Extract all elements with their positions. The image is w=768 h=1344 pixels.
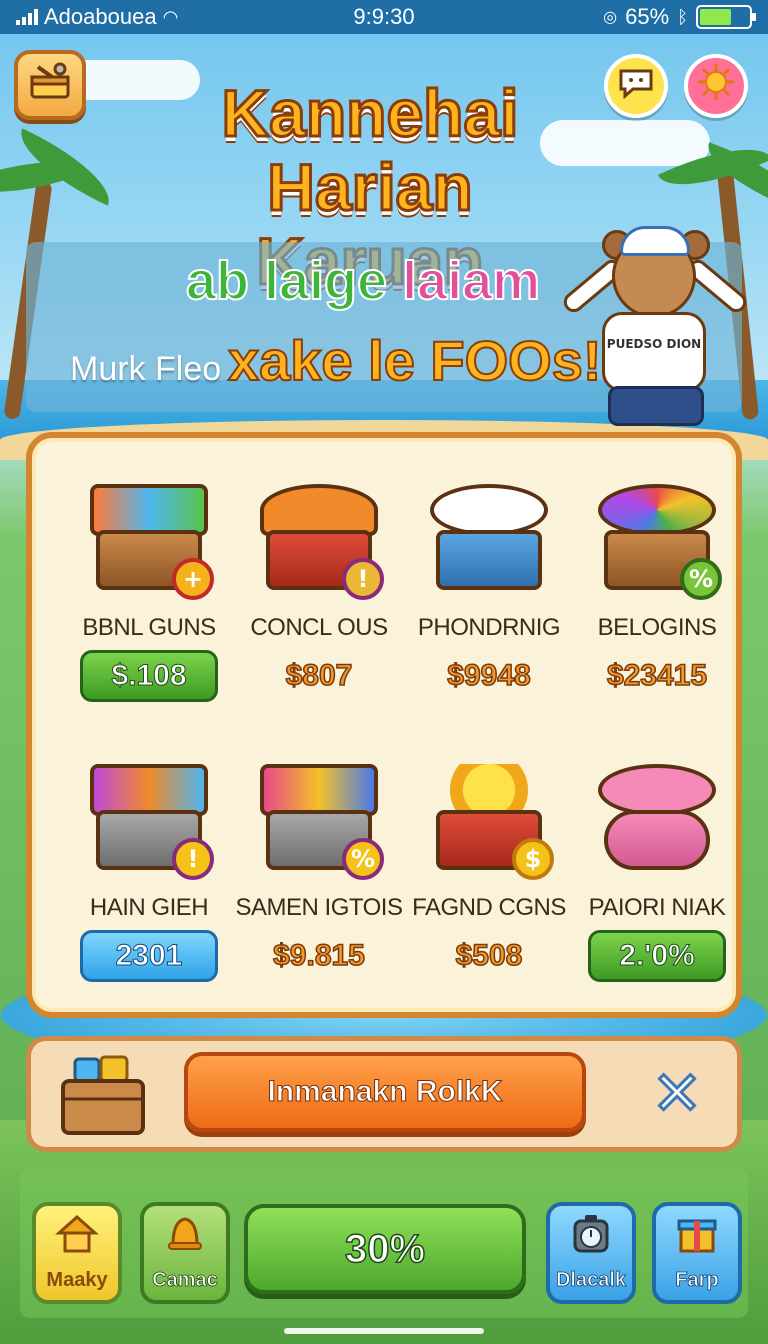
item-name: BBNL GUNS: [82, 614, 216, 641]
wifi-icon: ◠: [162, 6, 179, 27]
price-label[interactable]: $807: [234, 650, 404, 702]
chat-bubble-icon: [617, 65, 655, 108]
item-name: CONCL OUS: [250, 614, 388, 641]
battery-icon: [696, 5, 756, 29]
pink-bear-icon: [592, 754, 722, 884]
gift-box-icon: [675, 1213, 719, 1263]
nav-button-bell[interactable]: Camac: [140, 1202, 230, 1304]
battery-percent: 65%: [625, 4, 670, 29]
toolbox-icon: [28, 61, 72, 110]
nav-button-progress[interactable]: 30%: [244, 1204, 526, 1294]
price-label[interactable]: $9948: [404, 650, 574, 702]
item-name: SAMEN IGTOIS: [235, 894, 403, 921]
toolbox-button[interactable]: [14, 50, 86, 120]
price-label[interactable]: $508: [404, 930, 574, 982]
badge-icon: +: [172, 558, 214, 600]
nav-label: Dlacalk: [555, 1269, 627, 1292]
badge-icon: %: [342, 838, 384, 880]
carrier-name: Adoabouea: [44, 4, 157, 29]
shop-item[interactable]: ! CONCL OUS $807: [234, 474, 404, 702]
item-name: BELOGINS: [597, 614, 717, 641]
house-icon: [55, 1213, 99, 1263]
mascot-cap: [620, 226, 690, 256]
crate-icon: !: [84, 754, 214, 884]
treasure-chest-icon: [55, 1053, 151, 1139]
coin-chest-icon: $: [424, 754, 554, 884]
title-line-1: Kannehai: [220, 75, 520, 152]
banner-headline: ab laige laiam: [185, 250, 541, 312]
nav-button-timer[interactable]: Dlacalk: [546, 1202, 636, 1304]
banner-subtext: Murk Fleo: [70, 350, 222, 388]
badge-icon: $: [512, 838, 554, 880]
home-indicator[interactable]: [284, 1328, 484, 1334]
gem-chest-icon: %: [254, 754, 384, 884]
sun-button[interactable]: [684, 54, 748, 118]
shop-item[interactable]: PHONDRNIG $9948: [404, 474, 574, 702]
badge-icon: !: [172, 838, 214, 880]
price-button[interactable]: 2.'0%: [588, 930, 726, 982]
status-bar: Adoabouea ◠ 9:9:30 ◎ 65% ᛒ: [0, 0, 768, 34]
kid-chest-icon: !: [254, 474, 384, 604]
battery-level: [700, 9, 732, 25]
primary-action-button[interactable]: Inmanakn RolkK: [184, 1052, 586, 1132]
mascot-character: PUEDSO DION: [559, 220, 752, 435]
mascot-shirt-text: PUEDSO DION: [602, 312, 706, 392]
crate-icon: +: [84, 474, 214, 604]
badge-icon: %: [680, 558, 722, 600]
nav-label: Farp: [675, 1269, 719, 1292]
close-icon: ✕: [650, 1058, 703, 1131]
shop-panel: + BBNL GUNS $.108 ! CONCL OUS $807 PHOND…: [26, 432, 742, 1018]
stopwatch-icon: [569, 1213, 613, 1263]
price-label[interactable]: $9.815: [234, 930, 404, 982]
clock: 9:9:30: [353, 4, 415, 29]
item-name: PHONDRNIG: [417, 614, 561, 641]
shop-item[interactable]: % BELOGINS $23415: [572, 474, 742, 702]
nav-label: Camac: [152, 1269, 218, 1292]
nav-button-gift[interactable]: Farp: [652, 1202, 742, 1304]
candy-chest-icon: %: [592, 474, 722, 604]
close-button[interactable]: ✕: [640, 1058, 714, 1131]
badge-icon: !: [342, 558, 384, 600]
item-name: PAIORI NIAK: [588, 894, 726, 921]
bear-chest-icon: [424, 474, 554, 604]
signal-icon: [16, 9, 38, 25]
price-label[interactable]: $23415: [572, 650, 742, 702]
nav-button-home[interactable]: Maaky: [32, 1202, 122, 1304]
price-button[interactable]: 2301: [80, 930, 218, 982]
shop-item[interactable]: % SAMEN IGTOIS $9.815: [234, 754, 404, 982]
shop-item[interactable]: PAIORI NIAK 2.'0%: [572, 754, 742, 982]
banner-headline-part-2: laiam: [401, 250, 541, 312]
alarm-icon: ◎: [603, 9, 618, 26]
item-name: FAGND CGNS: [412, 894, 566, 921]
shop-item[interactable]: ! HAIN GIEH 2301: [64, 754, 234, 982]
sun-icon: [696, 62, 736, 111]
chat-button[interactable]: [604, 54, 668, 118]
banner-headline-part-1: ab laige: [185, 250, 388, 312]
shop-item[interactable]: + BBNL GUNS $.108: [64, 474, 234, 702]
banner-callout: xake le FOOs!: [227, 328, 603, 393]
mascot-legs: [608, 386, 704, 426]
shop-item[interactable]: $ FAGND CGNS $508: [404, 754, 574, 982]
price-button[interactable]: $.108: [80, 650, 218, 702]
bell-icon: [163, 1213, 207, 1263]
bluetooth-icon: ᛒ: [677, 6, 688, 27]
item-name: HAIN GIEH: [89, 894, 209, 921]
nav-label: Maaky: [46, 1269, 108, 1291]
